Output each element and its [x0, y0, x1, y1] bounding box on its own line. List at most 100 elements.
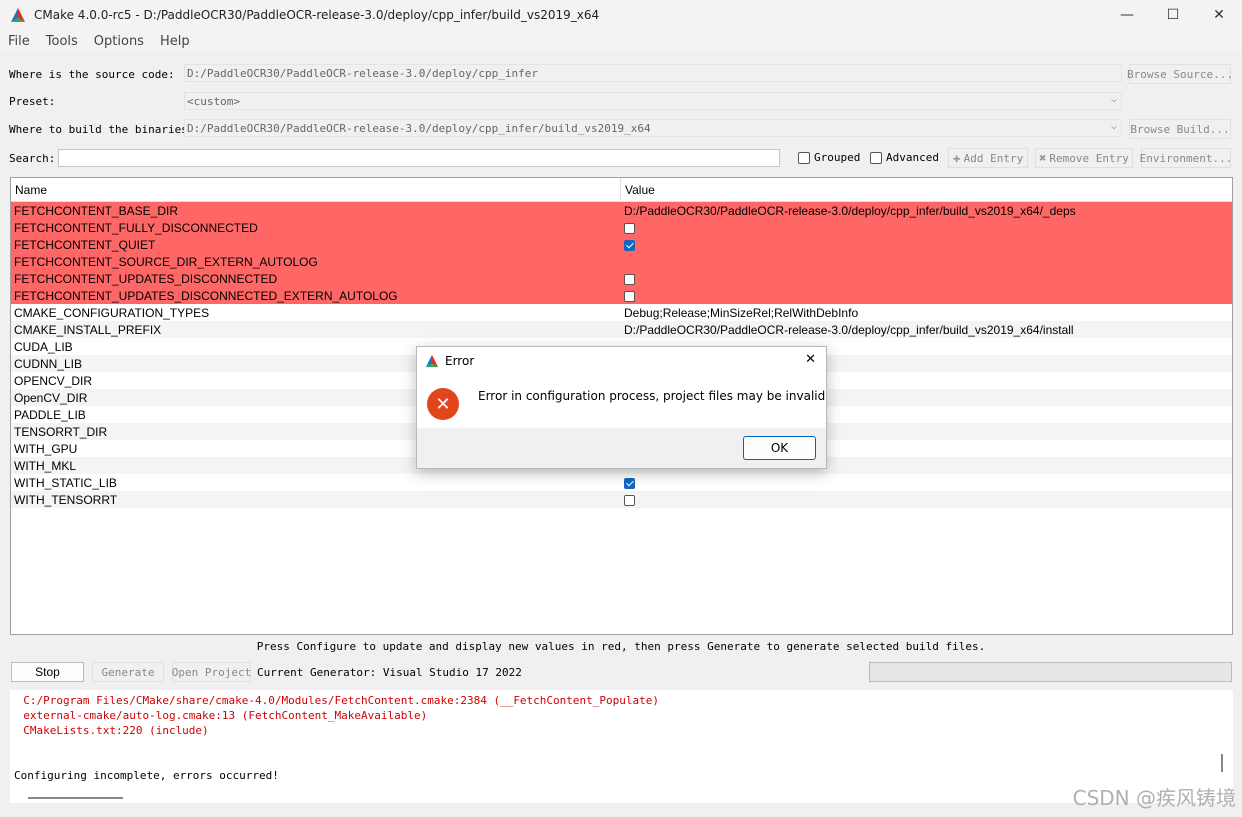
remove-icon: ✖	[1039, 151, 1047, 165]
cell-name: WITH_STATIC_LIB	[14, 475, 117, 490]
output-status: Configuring incomplete, errors occurred!	[14, 769, 279, 782]
dialog-message: Error in configuration process, project …	[478, 389, 826, 403]
table-row[interactable]: FETCHCONTENT_FULLY_DISCONNECTED	[11, 219, 1232, 236]
source-field[interactable]: D:/PaddleOCR30/PaddleOCR-release-3.0/dep…	[184, 64, 1122, 82]
dialog-footer: OK	[417, 428, 826, 469]
open-project-button[interactable]: Open Project	[172, 662, 251, 682]
configure-hint: Press Configure to update and display ne…	[256, 640, 986, 653]
dialog-title-bar: Error ✕	[417, 347, 826, 374]
cell-value	[621, 476, 1232, 490]
cell-value	[621, 221, 1232, 235]
dialog-body: ✕ Error in configuration process, projec…	[417, 374, 826, 428]
cell-name: WITH_TENSORRT	[14, 492, 118, 507]
current-generator: Current Generator: Visual Studio 17 2022	[257, 666, 522, 679]
value-checkbox[interactable]	[624, 477, 635, 489]
error-icon: ✕	[427, 388, 459, 420]
menu-options[interactable]: Options	[86, 34, 152, 49]
title-bar: CMake 4.0.0-rc5 - D:/PaddleOCR30/PaddleO…	[0, 0, 1242, 30]
cell-name: CMAKE_CONFIGURATION_TYPES	[14, 305, 210, 320]
remove-entry-label: Remove Entry	[1049, 151, 1129, 165]
minimize-button[interactable]: —	[1104, 0, 1150, 30]
advanced-label: Advanced	[886, 151, 939, 164]
stop-button[interactable]: Stop	[11, 662, 84, 682]
grouped-label: Grouped	[814, 151, 861, 164]
cell-name: FETCHCONTENT_UPDATES_DISCONNECTED	[14, 271, 278, 286]
table-row[interactable]: FETCHCONTENT_BASE_DIR D:/PaddleOCR30/Padd…	[11, 202, 1232, 219]
grouped-checkbox[interactable]: Grouped	[798, 151, 860, 164]
plus-icon: ✚	[952, 150, 961, 166]
cell-name: FETCHCONTENT_QUIET	[14, 237, 156, 252]
window-title: CMake 4.0.0-rc5 - D:/PaddleOCR30/PaddleO…	[34, 8, 600, 22]
advanced-checkbox[interactable]: Advanced	[870, 151, 939, 164]
output-line: C:/Program Files/CMake/share/cmake-4.0/M…	[10, 694, 660, 707]
value-checkbox[interactable]	[624, 239, 635, 251]
dialog-title: Error	[445, 353, 475, 368]
search-label: Search:	[9, 152, 56, 165]
build-label: Where to build the binaries:	[9, 123, 195, 136]
close-window-button[interactable]: ✕	[1196, 0, 1242, 30]
cmake-logo-icon	[11, 8, 25, 22]
table-row[interactable]: WITH_STATIC_LIB	[11, 474, 1232, 491]
horizontal-scrollbar[interactable]	[28, 797, 123, 799]
value-checkbox[interactable]	[624, 494, 635, 506]
source-label: Where is the source code:	[9, 68, 175, 81]
column-header-value[interactable]: Value	[621, 178, 659, 201]
cell-name: FETCHCONTENT_UPDATES_DISCONNECTED_EXTERN…	[14, 288, 398, 303]
dialog-close-button[interactable]: ✕	[805, 352, 816, 367]
cell-name: FETCHCONTENT_BASE_DIR	[14, 203, 179, 218]
table-row[interactable]: FETCHCONTENT_UPDATES_DISCONNECTED	[11, 270, 1232, 287]
build-value: D:/PaddleOCR30/PaddleOCR-release-3.0/dep…	[187, 122, 651, 135]
table-row[interactable]: FETCHCONTENT_UPDATES_DISCONNECTED_EXTERN…	[11, 287, 1232, 304]
progress-bar	[869, 662, 1232, 682]
value-checkbox[interactable]	[624, 222, 635, 234]
preset-label: Preset:	[9, 95, 56, 108]
cell-value[interactable]: Debug;Release;MinSizeRel;RelWithDebInfo	[621, 306, 1232, 320]
output-blank	[10, 739, 1233, 754]
table-row[interactable]: FETCHCONTENT_SOURCE_DIR_EXTERN_AUTOLOG	[11, 253, 1232, 270]
maximize-button[interactable]: ☐	[1150, 0, 1196, 30]
chevron-down-icon: ⌵	[1110, 121, 1117, 132]
error-dialog: Error ✕ ✕ Error in configuration process…	[416, 346, 827, 469]
value-checkbox[interactable]	[624, 290, 635, 302]
vertical-scrollbar[interactable]	[1221, 754, 1223, 772]
build-combo[interactable]: D:/PaddleOCR30/PaddleOCR-release-3.0/dep…	[184, 119, 1122, 137]
value-checkbox[interactable]	[624, 273, 635, 285]
generate-button[interactable]: Generate	[92, 662, 164, 682]
output-line: external-cmake/auto-log.cmake:13 (FetchC…	[10, 709, 428, 722]
table-header: Name Value	[11, 178, 1232, 202]
menu-file[interactable]: File	[0, 34, 38, 49]
add-entry-label: Add Entry	[963, 151, 1024, 165]
output-blank	[10, 754, 1233, 769]
grouped-check-box[interactable]	[798, 151, 810, 164]
cell-value[interactable]: D:/PaddleOCR30/PaddleOCR-release-3.0/dep…	[621, 204, 1232, 218]
watermark: CSDN @疾风铸境	[1072, 786, 1236, 810]
remove-entry-button[interactable]: ✖ Remove Entry	[1035, 148, 1133, 168]
menu-bar: File Tools Options Help	[0, 30, 1242, 52]
cell-value[interactable]: D:/PaddleOCR30/PaddleOCR-release-3.0/dep…	[621, 323, 1232, 337]
advanced-check-box[interactable]	[870, 151, 882, 164]
preset-combo[interactable]: <custom> ⌵	[184, 92, 1122, 110]
browse-build-button[interactable]: Browse Build...	[1129, 119, 1231, 139]
cell-name: FETCHCONTENT_SOURCE_DIR_EXTERN_AUTOLOG	[14, 254, 318, 269]
table-row[interactable]: FETCHCONTENT_QUIET	[11, 236, 1232, 253]
table-row[interactable]: WITH_TENSORRT	[11, 491, 1232, 508]
table-row[interactable]: CMAKE_INSTALL_PREFIX D:/PaddleOCR30/Paddl…	[11, 321, 1232, 338]
cmake-logo-icon	[425, 354, 439, 367]
output-log[interactable]: C:/Program Files/CMake/share/cmake-4.0/M…	[10, 690, 1233, 803]
add-entry-button[interactable]: ✚ Add Entry	[948, 148, 1028, 168]
environment-button[interactable]: Environment...	[1140, 148, 1232, 168]
cell-value	[621, 272, 1232, 286]
cell-value	[621, 493, 1232, 507]
ok-button[interactable]: OK	[743, 436, 816, 460]
search-input[interactable]	[58, 149, 780, 167]
output-line: CMakeLists.txt:220 (include)	[10, 724, 209, 737]
cell-name: CMAKE_INSTALL_PREFIX	[14, 322, 162, 337]
cell-value	[621, 289, 1232, 303]
menu-tools[interactable]: Tools	[38, 34, 86, 49]
browse-source-button[interactable]: Browse Source...	[1127, 64, 1233, 84]
column-header-name[interactable]: Name	[11, 178, 621, 201]
menu-help[interactable]: Help	[152, 34, 198, 49]
table-row[interactable]: CMAKE_CONFIGURATION_TYPES Debug;Release;M…	[11, 304, 1232, 321]
cell-value	[621, 238, 1232, 252]
preset-value: <custom>	[187, 95, 240, 108]
